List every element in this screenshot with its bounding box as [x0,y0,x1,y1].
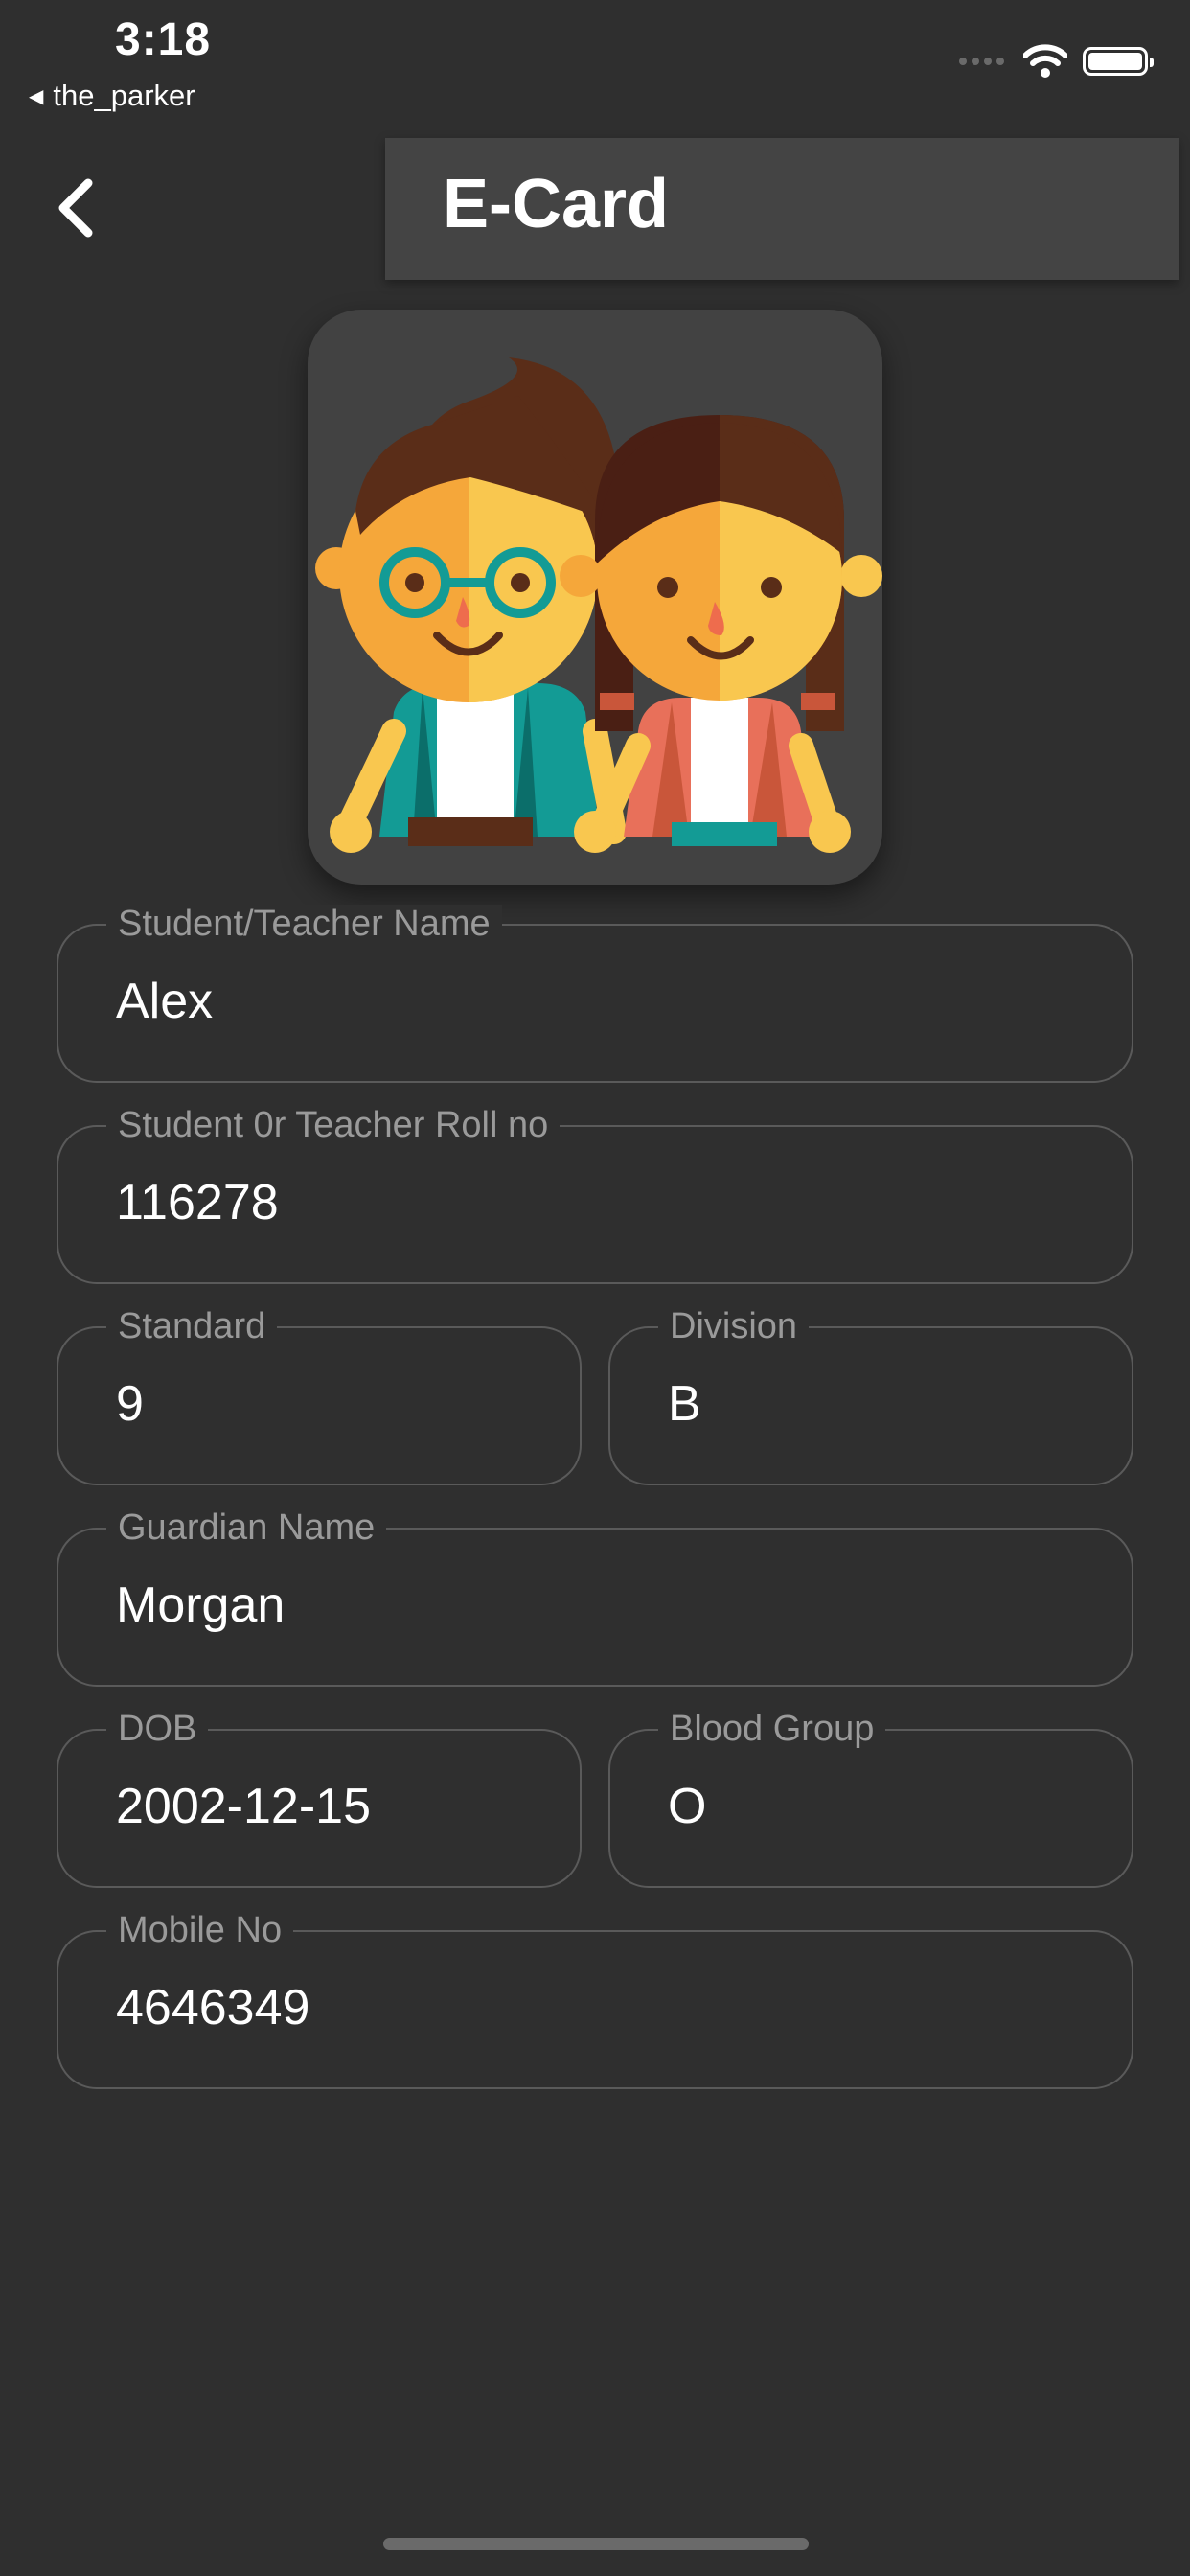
roll-no-value: 116278 [116,1175,279,1230]
mobile-no-label: Mobile No [106,1911,294,1949]
dob-label: DOB [106,1710,209,1748]
blood-group-label: Blood Group [658,1710,886,1748]
back-to-app-link[interactable]: ◀ the_parker [29,79,195,113]
page-title: E-Card [443,166,670,242]
roll-no-label: Student 0r Teacher Roll no [106,1106,561,1144]
guardian-name-value: Morgan [116,1577,286,1633]
standard-field[interactable]: Standard 9 [57,1307,582,1485]
division-value: B [668,1376,701,1432]
blood-group-field[interactable]: Blood Group O [608,1710,1133,1888]
status-indicators [959,44,1154,79]
standard-label: Standard [106,1307,278,1346]
status-time: 3:18 [115,14,212,65]
title-bar: E-Card [385,138,1179,280]
name-field[interactable]: Student/Teacher Name Alex [57,905,1133,1083]
name-value: Alex [116,974,214,1029]
students-illustration [315,357,882,853]
signal-icon [959,58,1004,65]
avatar [308,310,882,885]
back-app-label: the_parker [53,79,195,112]
guardian-name-label: Guardian Name [106,1508,387,1547]
standard-value: 9 [116,1376,144,1432]
dob-value: 2002-12-15 [116,1779,371,1834]
wifi-icon [1023,44,1067,78]
guardian-name-field[interactable]: Guardian Name Morgan [57,1508,1133,1687]
battery-icon [1083,47,1154,76]
division-field[interactable]: Division B [608,1307,1133,1485]
division-label: Division [658,1307,810,1346]
name-label: Student/Teacher Name [106,905,502,943]
back-triangle-icon: ◀ [29,85,44,107]
home-indicator[interactable] [383,2538,809,2550]
blood-group-value: O [668,1779,707,1834]
back-button[interactable] [56,174,113,242]
chevron-left-icon [58,178,93,238]
dob-field[interactable]: DOB 2002-12-15 [57,1710,582,1888]
mobile-no-field[interactable]: Mobile No 4646349 [57,1911,1133,2089]
mobile-no-value: 4646349 [116,1980,310,2036]
roll-no-field[interactable]: Student 0r Teacher Roll no 116278 [57,1106,1133,1284]
